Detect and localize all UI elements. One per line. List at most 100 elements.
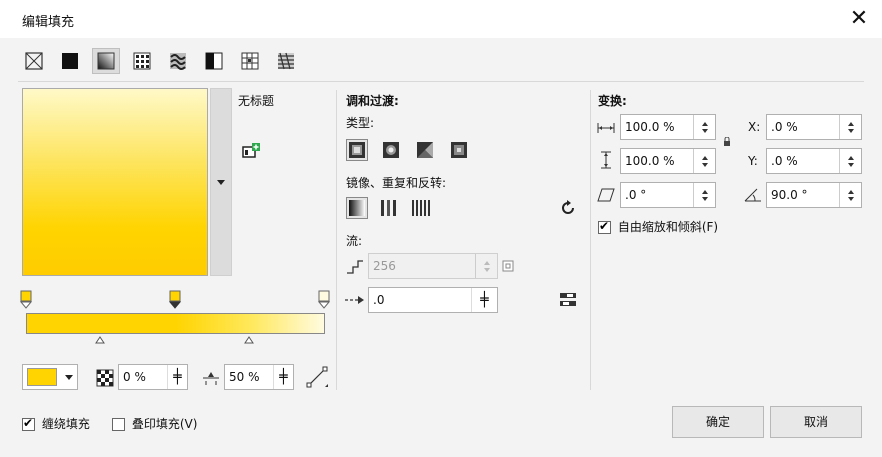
ok-button[interactable]: 确定 [672,406,764,438]
fountain-fill-button[interactable] [92,48,120,74]
preset-name: 无标题 [238,94,275,108]
fill-preview [22,88,208,276]
fill-height-field[interactable]: 100.0 % [620,148,716,174]
free-scale-option[interactable]: 自由缩放和倾斜(F) [598,218,718,235]
skew-spinner[interactable] [693,183,715,207]
node-position-icon [200,368,222,388]
elliptical-fill-icon [383,142,399,158]
rectangular-fountain-button[interactable] [448,139,470,161]
uniform-fill-icon [62,53,78,69]
rotate-spinner[interactable] [839,183,861,207]
no-fill-button[interactable] [20,48,48,74]
repeat-icon [412,200,430,216]
y-offset-field[interactable]: .0 % [766,148,862,174]
steps-field[interactable]: 256 [368,253,498,279]
acceleration-options-icon[interactable] [558,290,578,310]
acceleration-field[interactable]: .0 ╪ [368,287,498,313]
steps-spinner[interactable] [475,254,497,278]
overprint-fill-option[interactable]: 叠印填充(V) [112,415,197,432]
gradient-bar[interactable] [26,313,325,334]
two-color-pattern-fill-icon [205,52,223,70]
fill-width-spinner[interactable] [693,115,715,139]
end-color-node[interactable] [318,290,330,310]
node-color-swatch [27,368,57,386]
rotate-icon [742,184,764,204]
fill-type-toolbar [20,48,308,74]
wrap-fill-option[interactable]: 缠绕填充 [22,415,90,432]
x-offset-value: .0 % [771,120,798,134]
node-color-picker[interactable] [22,364,78,390]
toolbar-divider [18,81,864,82]
fill-height-spinner[interactable] [693,149,715,173]
cancel-button[interactable]: 取消 [770,406,862,438]
spin-up-icon [701,189,708,194]
node-transparency-field[interactable]: 0 % ╪ [118,364,188,390]
rotate-value: 90.0 ° [771,188,808,202]
x-offset-field[interactable]: .0 % [766,114,862,140]
spin-down-icon [701,162,708,167]
start-color-node[interactable] [20,290,32,310]
dialog-title: 编辑填充 [22,15,75,30]
vector-pattern-fill-icon [133,52,151,70]
repeat-mirror-icon [381,200,396,216]
free-scale-checkbox[interactable] [598,219,611,234]
fill-width-icon [596,120,616,136]
default-fountain-button[interactable] [346,197,368,219]
skew-icon [596,186,616,204]
y-offset-spinner[interactable] [839,149,861,173]
fill-width-field[interactable]: 100.0 % [620,114,716,140]
chevron-down-icon [217,179,225,185]
smooth-blend-icon[interactable] [304,364,330,390]
bitmap-pattern-fill-button[interactable] [164,48,192,74]
x-label: X: [748,120,761,134]
preview-dropdown-button[interactable] [210,88,232,276]
section-divider [336,90,337,390]
conical-fountain-button[interactable] [414,139,436,161]
linear-fountain-button[interactable] [346,139,368,161]
middle-color-node[interactable] [169,290,181,310]
spin-up-icon [701,155,708,160]
add-to-presets-button[interactable] [242,142,262,163]
transparency-icon [95,368,115,388]
free-scale-label: 自由缩放和倾斜(F) [617,220,719,234]
repeat-button[interactable] [410,197,432,219]
node-position-field[interactable]: 50 % ╪ [224,364,294,390]
steps-lock-button[interactable] [502,260,514,272]
reverse-fill-icon[interactable] [558,198,578,218]
linear-fill-icon [349,142,365,158]
postscript-fill-icon [278,52,294,70]
wrap-fill-checkbox[interactable] [22,416,35,431]
title-bar: 编辑填充 ✕ [0,0,882,38]
texture-fill-button[interactable] [236,48,264,74]
transform-heading: 变换: [598,94,627,108]
steps-label: 流: [346,234,363,248]
slider-popup-icon[interactable]: ╪ [167,365,187,389]
wrap-fill-label: 缠绕填充 [41,417,90,431]
spin-down-icon [847,162,854,167]
type-label: 类型: [346,116,375,130]
midpoint-slider[interactable] [95,336,105,344]
rotate-field[interactable]: 90.0 ° [766,182,862,208]
fill-width-value: 100.0 % [625,120,675,134]
spin-up-icon [847,155,854,160]
lock-ratio-button[interactable] [722,136,732,148]
spin-up-icon [847,189,854,194]
postscript-fill-button[interactable] [272,48,300,74]
x-offset-spinner[interactable] [839,115,861,139]
elliptical-fountain-button[interactable] [380,139,402,161]
skew-field[interactable]: .0 ° [620,182,716,208]
conical-fill-icon [417,142,433,158]
spin-down-icon [847,196,854,201]
vector-pattern-fill-button[interactable] [128,48,156,74]
midpoint-slider[interactable] [244,336,254,344]
slider-popup-icon[interactable]: ╪ [471,288,497,312]
close-button[interactable]: ✕ [844,4,874,34]
node-position-value: 50 % [229,370,260,384]
uniform-fill-button[interactable] [56,48,84,74]
overprint-fill-checkbox[interactable] [112,418,125,431]
no-fill-icon [25,52,43,70]
two-color-pattern-fill-button[interactable] [200,48,228,74]
repeat-mirror-button[interactable] [378,197,400,219]
slider-popup-icon[interactable]: ╪ [273,365,293,389]
spin-up-icon [701,121,708,126]
